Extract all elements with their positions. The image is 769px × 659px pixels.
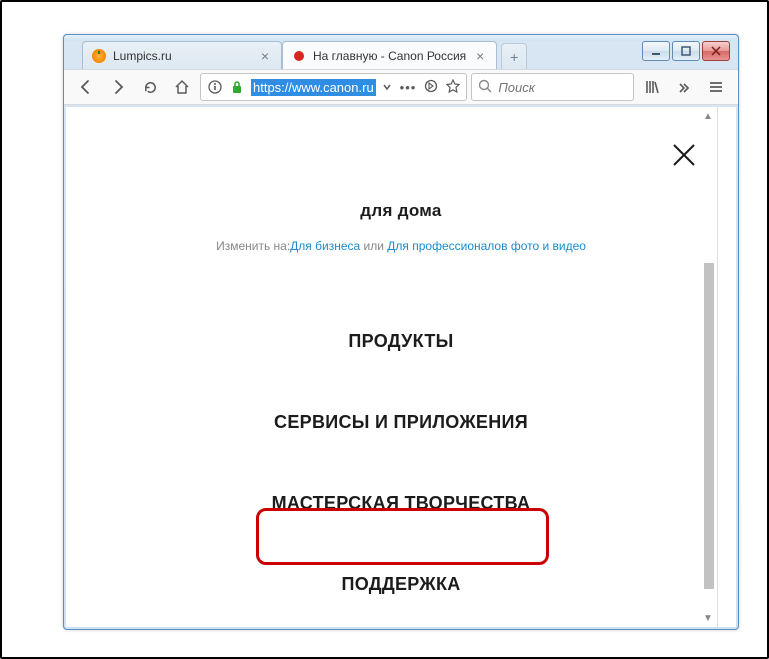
bookmark-star-icon[interactable] — [446, 79, 460, 96]
tab-title: Lumpics.ru — [113, 49, 251, 63]
search-input[interactable] — [498, 80, 627, 95]
menu-support[interactable]: ПОДДЕРЖКА — [301, 560, 500, 609]
reload-button[interactable] — [136, 73, 164, 101]
switch-or: или — [360, 239, 387, 253]
url-text: https://www.canon.ru — [251, 79, 376, 96]
toolbar: https://www.canon.ru ••• — [64, 69, 738, 105]
chevron-down-icon[interactable] — [382, 80, 392, 95]
menu-services[interactable]: СЕРВИСЫ И ПРИЛОЖЕНИЯ — [234, 398, 568, 447]
tab-close-icon[interactable]: × — [257, 48, 273, 64]
orange-favicon-icon — [91, 48, 107, 64]
forward-button[interactable] — [104, 73, 132, 101]
home-button[interactable] — [168, 73, 196, 101]
red-dot-favicon-icon — [291, 48, 307, 64]
menu-workshop[interactable]: МАСТЕРСКАЯ ТВОРЧЕСТВА — [232, 479, 571, 528]
switch-pro-link[interactable]: Для профессионалов фото и видео — [387, 239, 586, 253]
info-icon[interactable] — [207, 79, 223, 95]
scroll-up-arrow-icon[interactable]: ▲ — [702, 109, 714, 123]
scrollbar-thumb[interactable] — [704, 263, 714, 589]
audience-switch-line: Изменить на:Для бизнеса или Для професси… — [66, 239, 736, 253]
switch-prefix: Изменить на: — [216, 239, 290, 253]
tab-close-icon[interactable]: × — [472, 48, 488, 64]
tab-strip: Lumpics.ru × На главную - Canon Россия ×… — [64, 39, 738, 69]
maximize-button[interactable] — [672, 41, 700, 61]
back-button[interactable] — [72, 73, 100, 101]
ellipsis-icon[interactable]: ••• — [400, 80, 417, 95]
window-close-button[interactable] — [702, 41, 730, 61]
library-icon[interactable] — [638, 73, 666, 101]
lock-icon — [229, 79, 245, 95]
scroll-down-arrow-icon[interactable]: ▼ — [702, 611, 714, 625]
window-controls — [642, 41, 730, 61]
page-heading: для дома — [66, 201, 736, 221]
search-icon — [478, 79, 492, 96]
new-tab-button[interactable]: + — [501, 43, 527, 69]
reader-icon[interactable] — [424, 79, 438, 96]
minimize-button[interactable] — [642, 41, 670, 61]
browser-window: Lumpics.ru × На главную - Canon Россия ×… — [63, 34, 739, 630]
tab-lumpics[interactable]: Lumpics.ru × — [82, 41, 282, 69]
address-bar[interactable]: https://www.canon.ru ••• — [200, 73, 467, 101]
address-right-icons: ••• — [382, 79, 461, 96]
switch-business-link[interactable]: Для бизнеса — [290, 239, 360, 253]
main-menu: ПРОДУКТЫ СЕРВИСЫ И ПРИЛОЖЕНИЯ МАСТЕРСКАЯ… — [66, 317, 736, 627]
hamburger-menu-icon[interactable] — [702, 73, 730, 101]
search-bar[interactable] — [471, 73, 634, 101]
tab-title: На главную - Canon Россия — [313, 49, 466, 63]
tab-canon[interactable]: На главную - Canon Россия × — [282, 41, 497, 69]
overflow-icon[interactable] — [670, 73, 698, 101]
menu-products[interactable]: ПРОДУКТЫ — [308, 317, 493, 366]
menu-close-button[interactable] — [670, 141, 698, 169]
page-viewport: для дома Изменить на:Для бизнеса или Для… — [66, 107, 736, 627]
